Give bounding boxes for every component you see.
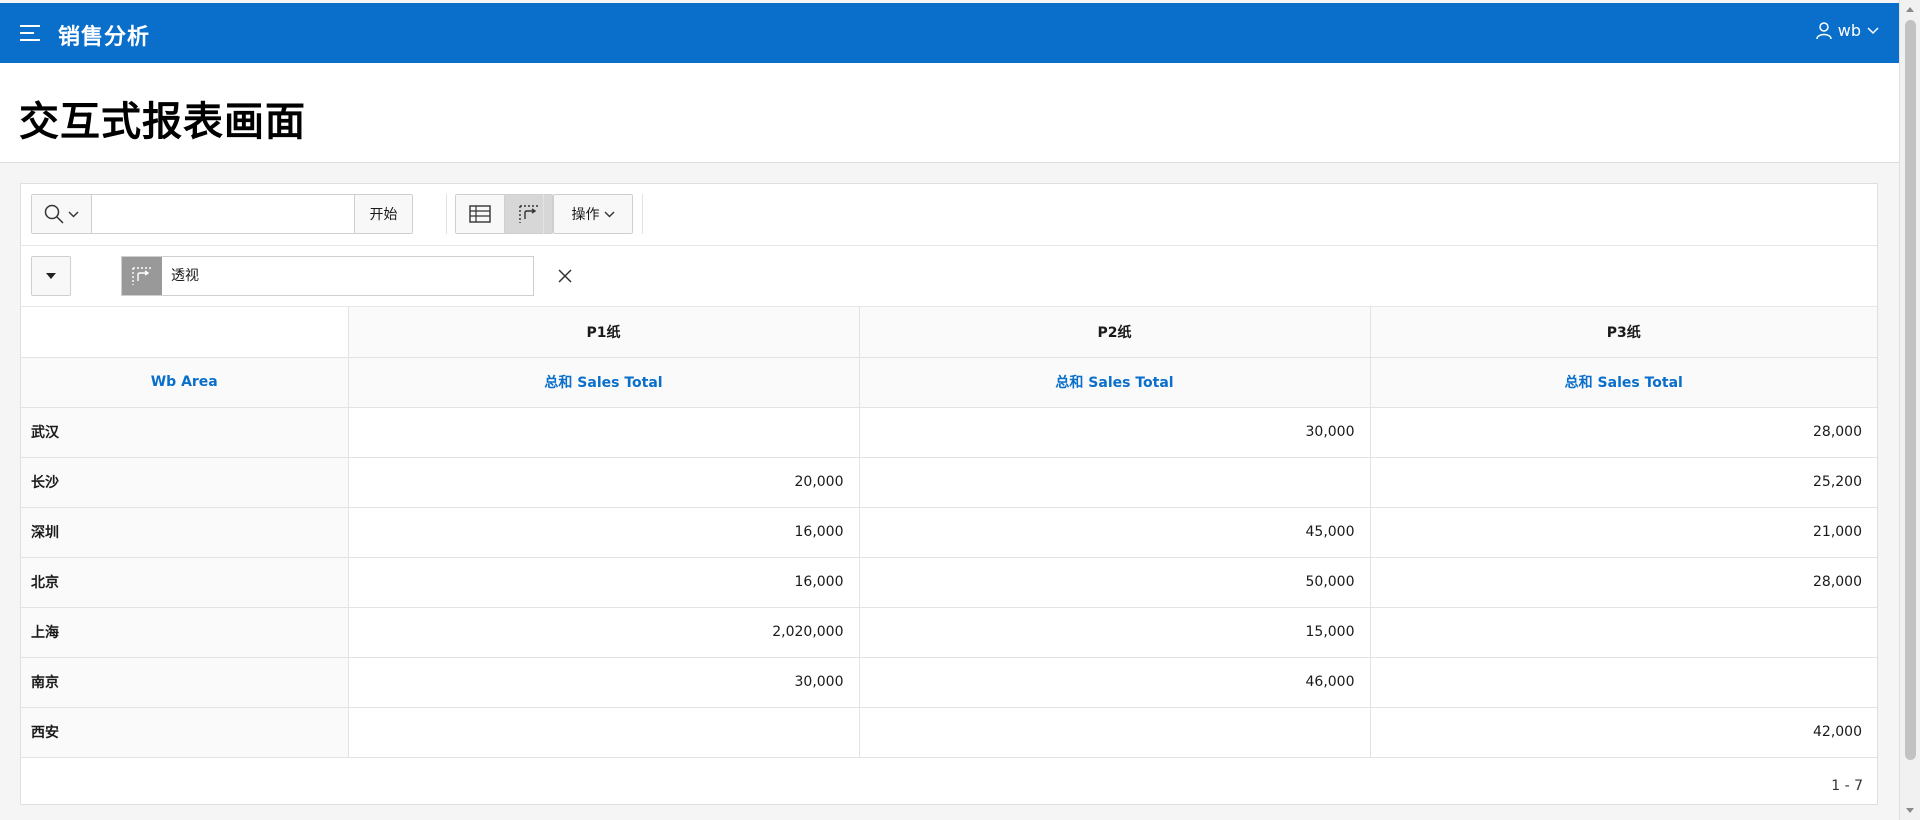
table-cell: 2,020,000 [347, 606, 860, 658]
table-row: 上海 2,020,000 15,000 [21, 606, 1877, 658]
table-cell [1369, 606, 1877, 658]
page-title-band: 交互式报表画面 [0, 63, 1899, 163]
user-icon [1816, 21, 1832, 39]
row-header-cell: 长沙 [21, 456, 349, 508]
pivot-setting-chip[interactable]: 透视 [121, 256, 534, 296]
table-cell: 46,000 [858, 656, 1371, 708]
actions-label: 操作 [571, 207, 600, 223]
table-cell: 20,000 [347, 456, 860, 508]
app-title[interactable]: 销售分析 [58, 19, 150, 51]
measure-header-row: Wb Area 总和 Sales Total 总和 Sales Total 总和… [21, 356, 1877, 408]
table-row: 长沙 20,000 25,200 [21, 456, 1877, 508]
report-toolbar: 开始 操作 [21, 184, 1877, 246]
interactive-report-region: 开始 操作 透视 P1纸 P2纸 P3纸 Wb Area 总和 Sales To… [20, 183, 1878, 805]
chevron-down-icon [68, 211, 79, 217]
pagination-range: 1 - 7 [1831, 778, 1863, 794]
row-header-cell: 深圳 [21, 506, 349, 558]
toolbar-divider [543, 194, 544, 234]
pivot-column-header: P3纸 [1369, 307, 1877, 358]
table-row: 南京 30,000 46,000 [21, 656, 1877, 708]
row-header-cell: 西安 [21, 706, 349, 758]
row-header-cell: 北京 [21, 556, 349, 608]
table-cell: 28,000 [1369, 406, 1877, 458]
remove-pivot-button[interactable] [553, 264, 577, 288]
collapse-settings-button[interactable] [31, 256, 71, 296]
toolbar-divider [446, 194, 447, 234]
app-shell: 销售分析 wb 交互式报表画面 开始 操作 透视 P1纸 P2纸 P3纸 Wb … [0, 0, 1899, 820]
pivot-column-header-row: P1纸 P2纸 P3纸 [21, 307, 1877, 358]
table-cell [1369, 656, 1877, 708]
corner-cell [21, 307, 349, 358]
table-cell: 15,000 [858, 606, 1371, 658]
go-button[interactable]: 开始 [354, 195, 412, 233]
chevron-down-icon [604, 211, 614, 217]
search-bar: 开始 [31, 194, 413, 234]
table-cell: 25,200 [1369, 456, 1877, 508]
view-pivot-button[interactable] [504, 195, 552, 233]
top-navigation-bar: 销售分析 wb [0, 3, 1899, 63]
scroll-down-icon[interactable] [1906, 808, 1914, 813]
view-switcher [455, 194, 553, 234]
table-cell: 16,000 [347, 556, 860, 608]
table-cell: 30,000 [858, 406, 1371, 458]
pivot-column-header: P2纸 [858, 307, 1371, 358]
row-header-cell: 南京 [21, 656, 349, 708]
user-name: wb [1837, 21, 1861, 40]
table-cell [858, 456, 1371, 508]
report-settings-row: 透视 [21, 246, 1877, 307]
menu-toggle-icon[interactable] [20, 25, 42, 41]
row-header-cell: 上海 [21, 606, 349, 658]
scrollbar-thumb[interactable] [1905, 20, 1916, 760]
measure-column-header[interactable]: 总和 Sales Total [347, 356, 860, 408]
toolbar-divider [642, 194, 643, 234]
table-cell: 21,000 [1369, 506, 1877, 558]
table-row: 武汉 30,000 28,000 [21, 406, 1877, 458]
table-cell [347, 406, 860, 458]
table-cell: 30,000 [347, 656, 860, 708]
table-cell [347, 706, 860, 758]
row-column-header[interactable]: Wb Area [21, 356, 349, 408]
table-cell: 28,000 [1369, 556, 1877, 608]
table-row: 西安 42,000 [21, 706, 1877, 758]
triangle-down-icon [46, 273, 56, 279]
pivot-setting-label: 透视 [171, 268, 199, 284]
close-icon [558, 269, 572, 283]
table-cell: 16,000 [347, 506, 860, 558]
search-input[interactable] [92, 195, 354, 233]
page-title: 交互式报表画面 [19, 99, 306, 145]
view-report-button[interactable] [456, 195, 504, 233]
table-cell: 42,000 [1369, 706, 1877, 758]
chevron-down-icon [1867, 26, 1879, 34]
actions-menu-button[interactable]: 操作 [553, 194, 633, 234]
table-cell: 50,000 [858, 556, 1371, 608]
table-cell: 45,000 [858, 506, 1371, 558]
search-icon [44, 204, 64, 224]
pivot-table: P1纸 P2纸 P3纸 Wb Area 总和 Sales Total 总和 Sa… [21, 307, 1877, 758]
table-icon [469, 205, 491, 223]
user-menu[interactable]: wb [1816, 21, 1879, 40]
table-cell [858, 706, 1371, 758]
pivot-icon [122, 257, 162, 295]
table-row: 深圳 16,000 45,000 21,000 [21, 506, 1877, 558]
pivot-icon [518, 205, 538, 223]
measure-column-header[interactable]: 总和 Sales Total [1369, 356, 1877, 408]
row-header-cell: 武汉 [21, 406, 349, 458]
search-column-selector[interactable] [32, 195, 92, 233]
pivot-column-header: P1纸 [347, 307, 860, 358]
table-row: 北京 16,000 50,000 28,000 [21, 556, 1877, 608]
measure-column-header[interactable]: 总和 Sales Total [858, 356, 1371, 408]
scroll-up-icon[interactable] [1906, 7, 1914, 12]
page-scrollbar[interactable] [1899, 0, 1920, 820]
